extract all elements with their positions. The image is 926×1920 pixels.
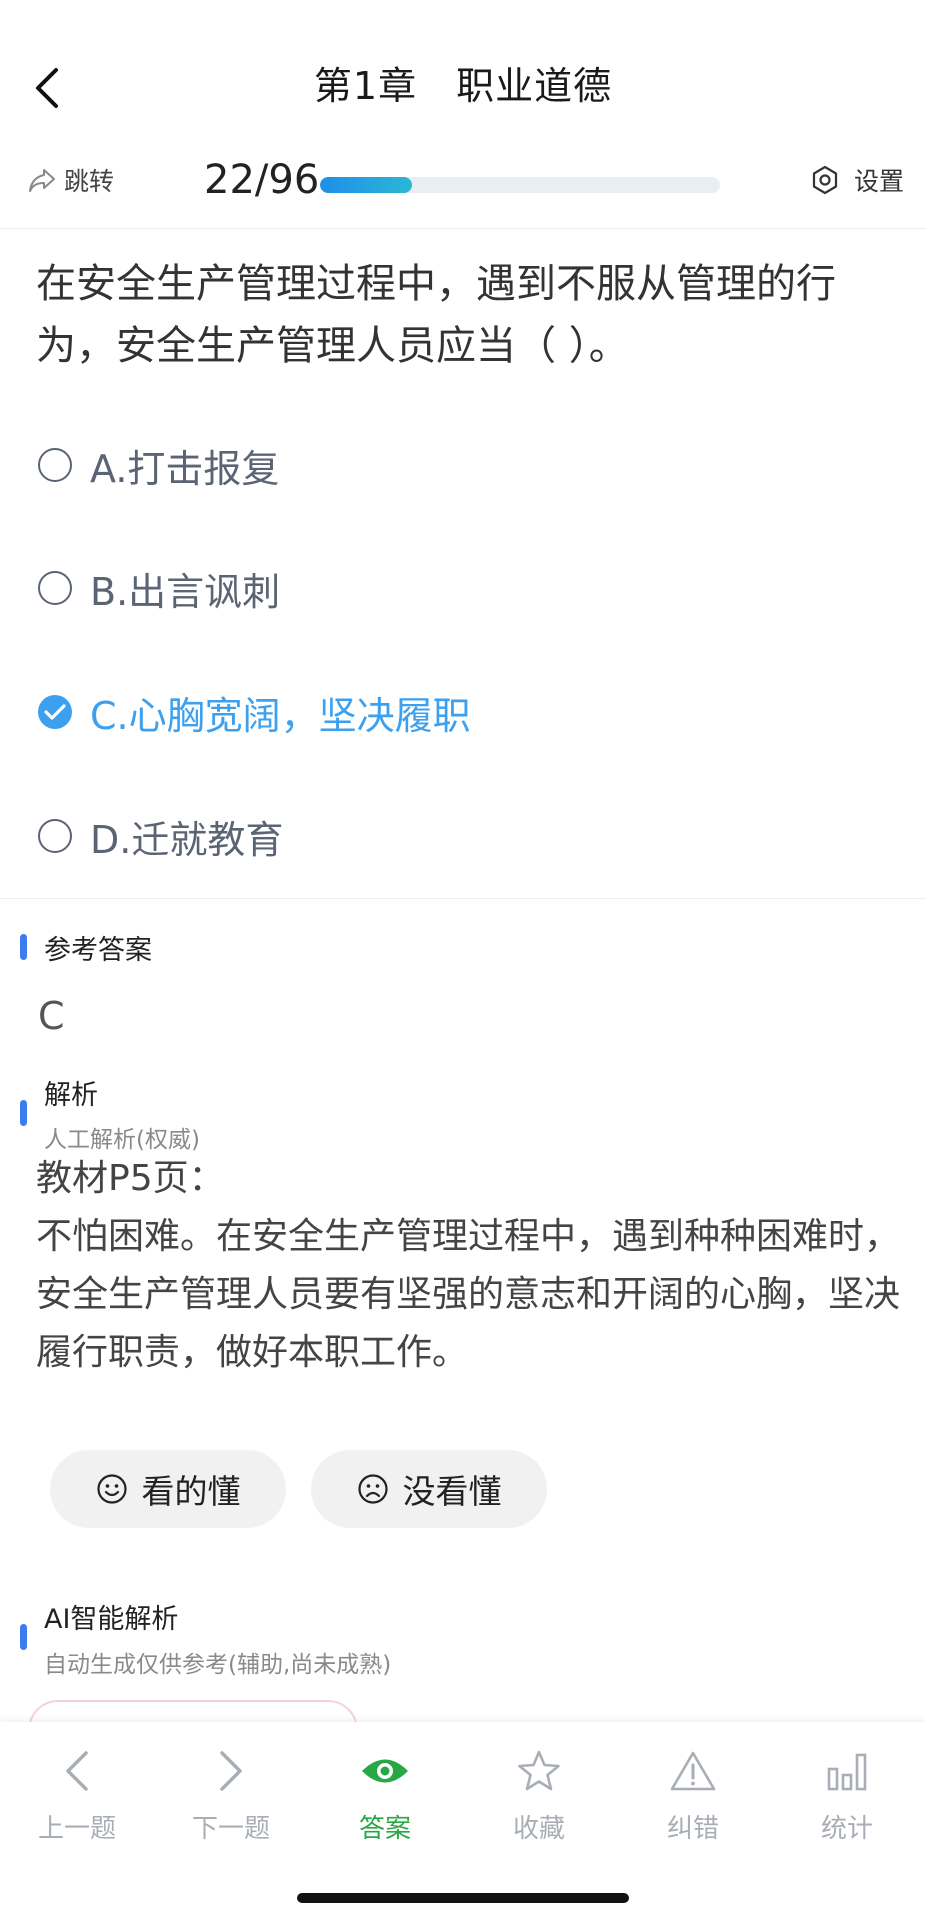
page-title: 第1章 职业道德: [313, 64, 613, 108]
analysis-line: 教材P5页：: [36, 1158, 225, 1199]
ai-analysis-title: AI智能解析: [44, 1604, 179, 1635]
analysis-subtitle: 人工解析(权威): [44, 1127, 200, 1153]
question-text: 在安全生产管理过程中，遇到不服从管理的行为，安全生产管理人员应当（ ）。: [36, 261, 836, 369]
nav-report-error[interactable]: 纠错: [628, 1744, 758, 1845]
eye-icon: [358, 1744, 412, 1798]
gear-icon: [812, 165, 838, 195]
chevron-right-icon: [204, 1744, 258, 1798]
jump-label: 跳转: [64, 167, 115, 196]
divider: [0, 228, 926, 229]
star-icon: [512, 1744, 566, 1798]
divider: [0, 898, 926, 899]
nav-label: 上一题: [37, 1814, 116, 1844]
nav-next-question[interactable]: 下一题: [166, 1744, 296, 1845]
nav-statistics[interactable]: 统计: [782, 1744, 912, 1845]
analysis-title: 解析: [44, 1080, 98, 1111]
option-c[interactable]: C.心胸宽阔，坚决履职: [38, 682, 471, 742]
smile-icon: [96, 1474, 127, 1504]
not-understood-button[interactable]: 没看懂: [311, 1450, 547, 1528]
home-indicator: [297, 1893, 629, 1903]
frown-icon: [357, 1474, 388, 1504]
share-arrow-icon: [29, 169, 55, 192]
reference-answer-value: C: [38, 994, 65, 1038]
settings-label: 设置: [853, 167, 904, 196]
understood-button[interactable]: 看的懂: [50, 1450, 286, 1528]
progress-bar: [320, 177, 720, 193]
understood-label: 看的懂: [141, 1472, 241, 1511]
radio-unchecked-icon: [38, 819, 72, 853]
bar-chart-icon: [820, 1744, 874, 1798]
option-label: A.打击报复: [90, 446, 280, 491]
warning-icon: [666, 1744, 720, 1798]
reference-answer-title: 参考答案: [44, 935, 152, 966]
section-marker: [20, 934, 27, 960]
section-marker: [20, 1624, 27, 1650]
jump-button[interactable]: 跳转: [28, 162, 114, 198]
option-label: D.迁就教育: [90, 817, 284, 862]
nav-label: 收藏: [512, 1814, 565, 1844]
progress-fill: [320, 177, 412, 193]
section-marker: [20, 1100, 27, 1126]
option-d[interactable]: D.迁就教育: [38, 806, 283, 866]
option-label: C.心胸宽阔，坚决履职: [90, 693, 471, 738]
analysis-text: 教材P5页： 不怕困难。在安全生产管理过程中，遇到种种困难时，安全生产管理人员要…: [36, 1150, 906, 1382]
bottom-nav: 上一题 下一题 答案 收藏 纠错 统计: [0, 1722, 926, 1920]
nav-label: 纠错: [666, 1814, 719, 1844]
header: 第1章 职业道德: [0, 0, 926, 170]
chevron-left-icon: [50, 1744, 104, 1798]
ai-analysis-subtitle: 自动生成仅供参考(辅助,尚未成熟): [44, 1652, 392, 1678]
nav-favorite[interactable]: 收藏: [474, 1744, 604, 1845]
nav-label: 答案: [358, 1814, 411, 1844]
settings-button[interactable]: 设置: [810, 162, 904, 198]
nav-previous-question[interactable]: 上一题: [12, 1744, 142, 1845]
option-a[interactable]: A.打击报复: [38, 435, 279, 495]
not-understood-label: 没看懂: [402, 1472, 502, 1511]
option-b[interactable]: B.出言讽刺: [38, 558, 280, 618]
analysis-line: 不怕困难。在安全生产管理过程中，遇到种种困难时，安全生产管理人员要有坚强的意志和…: [36, 1216, 901, 1373]
nav-label: 下一题: [191, 1814, 270, 1844]
radio-unchecked-icon: [38, 571, 72, 605]
nav-answer[interactable]: 答案: [320, 1744, 450, 1845]
radio-unchecked-icon: [38, 448, 72, 482]
check-circle-icon: [38, 695, 72, 729]
progress-text: 22/96: [204, 157, 320, 203]
nav-label: 统计: [820, 1814, 873, 1844]
option-label: B.出言讽刺: [90, 569, 281, 614]
toolbar: 跳转 22/96 设置: [0, 150, 926, 216]
